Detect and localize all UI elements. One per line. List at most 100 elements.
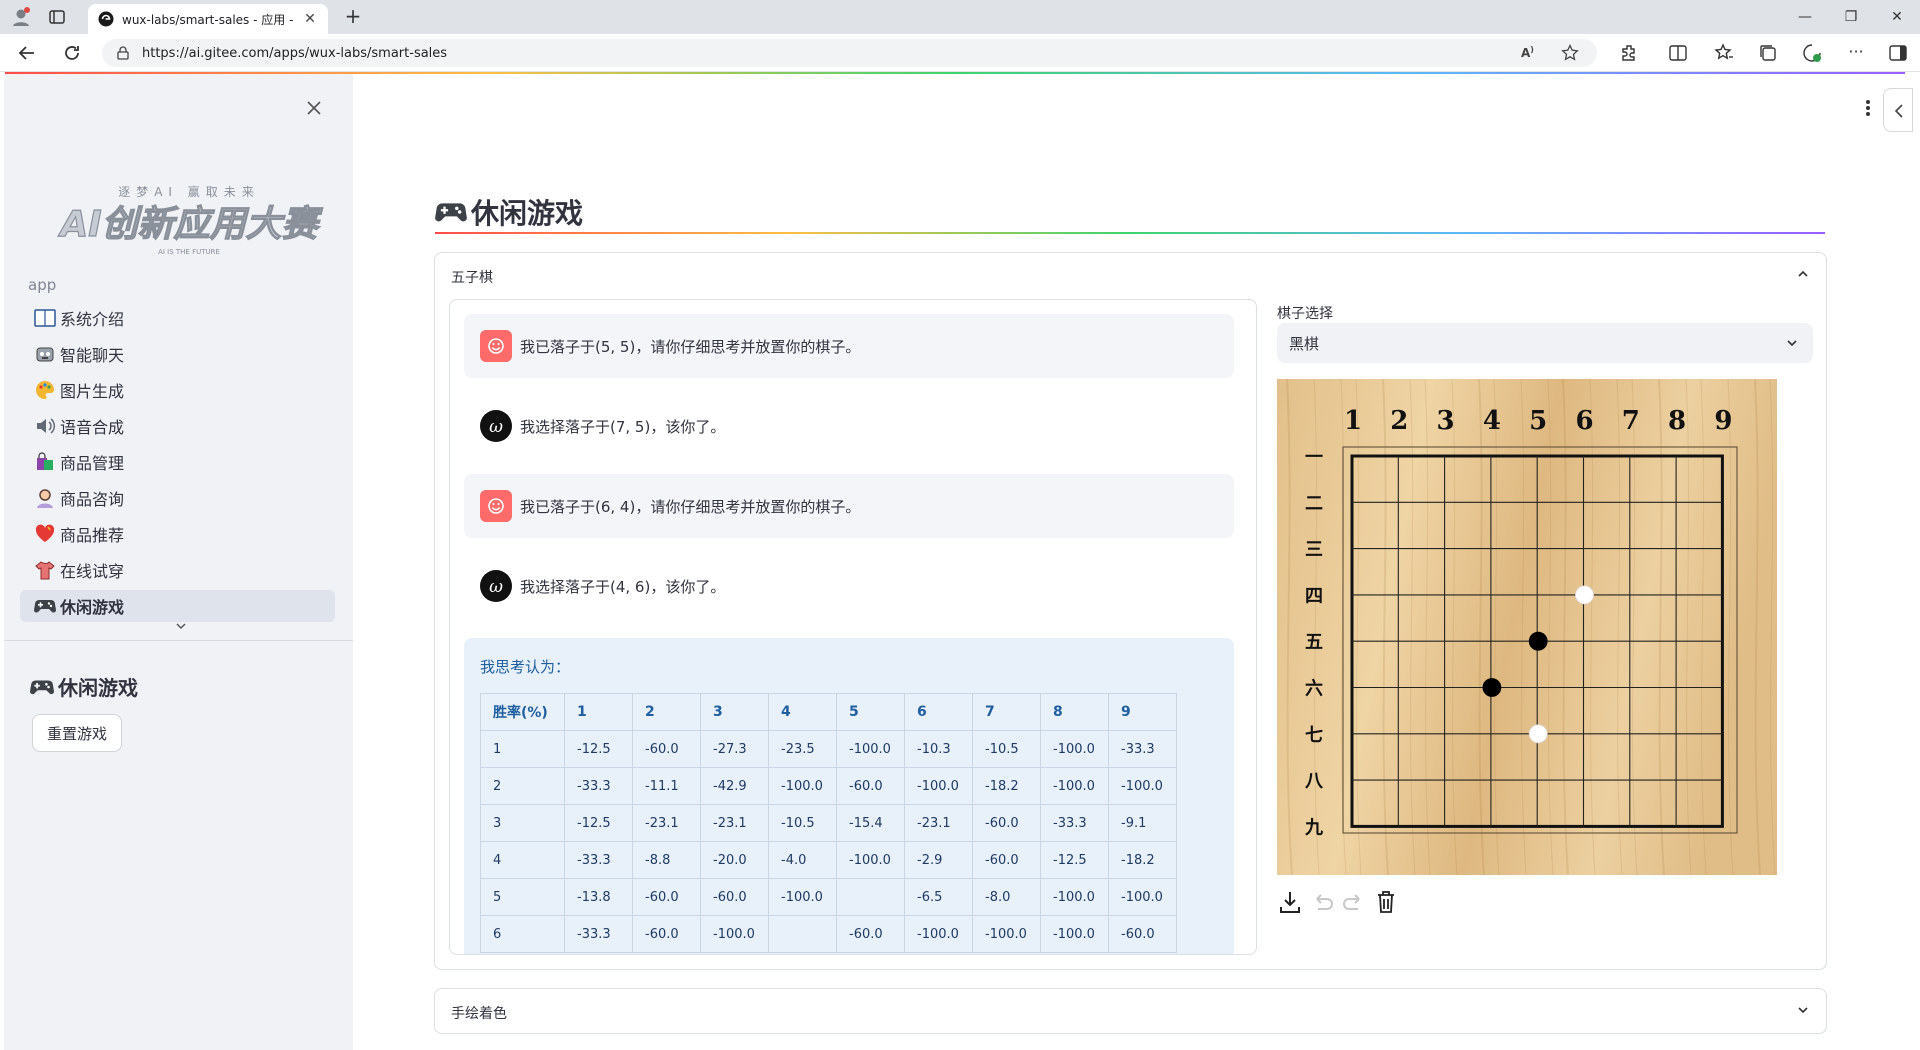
sidebar-item-product-recommend[interactable]: 商品推荐 — [20, 518, 335, 550]
favorite-star-icon[interactable] — [1561, 44, 1579, 62]
trash-icon[interactable] — [1373, 889, 1399, 915]
smiley-icon — [488, 338, 504, 354]
gamepad-icon — [30, 677, 54, 697]
table-cell: -23.5 — [768, 730, 837, 768]
table-cell: -11.1 — [632, 767, 701, 805]
page-title-text: 休闲游戏 — [471, 197, 584, 230]
gomoku-expander-label[interactable]: 五子棋 — [451, 267, 493, 287]
chat-message-text: 我已落子于(6, 4)，请你仔细思考并放置你的棋子。 — [520, 497, 861, 516]
logo-tag-text: AI IS THE FUTURE — [158, 248, 220, 256]
board-row-label: 四 — [1305, 586, 1323, 607]
hand-drawn-color-expander-label: 手绘着色 — [451, 1006, 507, 1022]
sidebar-toggle-icon[interactable] — [1888, 43, 1908, 63]
collapse-panel-tab[interactable] — [1883, 88, 1913, 132]
table-cell: -100.0 — [904, 915, 973, 953]
table-cell: -18.2 — [972, 767, 1041, 805]
collections-icon[interactable] — [1758, 43, 1778, 63]
assistant-logo-icon: ω — [489, 417, 503, 436]
table-column-header: 2 — [632, 693, 701, 731]
back-icon[interactable] — [16, 42, 38, 64]
table-cell: -60.0 — [836, 767, 905, 805]
table-cell: -18.2 — [1108, 841, 1177, 879]
close-sidebar-icon[interactable] — [304, 98, 324, 118]
gamepad-icon — [435, 199, 467, 225]
read-aloud-icon[interactable]: A) — [1521, 45, 1539, 61]
browser-essentials-icon[interactable] — [1802, 43, 1822, 63]
table-cell: -33.3 — [1040, 804, 1109, 842]
sidebar-divider — [4, 640, 353, 641]
piece-select-label: 棋子选择 — [1277, 306, 1333, 322]
table-cell: -100.0 — [1040, 878, 1109, 916]
redo-icon[interactable] — [1341, 889, 1367, 915]
user-avatar — [480, 330, 512, 362]
close-window-icon[interactable]: ✕ — [1874, 0, 1920, 34]
analysis-panel: 我思考认为： 胜率(%) 1 2 3 4 5 6 7 8 9 1 -12.5 -60.0 -27.3 -2… — [464, 638, 1234, 954]
table-cell: -8.0 — [972, 878, 1041, 916]
sidebar-item-label: 图片生成 — [60, 382, 125, 401]
hand-drawn-color-expander[interactable]: 手绘着色 — [434, 988, 1827, 1034]
page-title: 休闲游戏 — [435, 192, 583, 232]
sidebar-item-label: 系统介绍 — [60, 310, 125, 329]
tab-actions-icon[interactable] — [48, 8, 66, 26]
table-column-header: 9 — [1108, 693, 1177, 731]
restore-icon[interactable]: ❐ — [1828, 0, 1874, 34]
table-cell: -8.8 — [632, 841, 701, 879]
table-cell: -42.9 — [700, 767, 769, 805]
lock-icon[interactable] — [116, 46, 130, 60]
undo-icon[interactable] — [1309, 889, 1335, 915]
chevron-down-icon — [1787, 340, 1797, 347]
reload-icon[interactable] — [61, 42, 83, 64]
table-cell: -4.0 — [768, 841, 837, 879]
gomoku-expander: 五子棋 我已落子于(5, 5)，请你仔细思考并放置你的棋子。 ω 我选择落子于(… — [434, 252, 1827, 970]
split-screen-icon[interactable] — [1668, 43, 1688, 63]
sidebar-item-tts[interactable]: 语音合成 — [20, 410, 335, 442]
sidebar-subtitle: 休闲游戏 — [30, 672, 138, 701]
url-field[interactable]: https://ai.gitee.com/apps/wux-labs/smart… — [102, 39, 1597, 67]
scroll-down-chevron-icon[interactable] — [174, 620, 188, 632]
table-cell: -12.5 — [564, 804, 633, 842]
main-menu-icon[interactable] — [1865, 98, 1871, 118]
black-stone — [1482, 678, 1502, 697]
new-tab-icon[interactable]: + — [340, 5, 366, 29]
table-cell: -60.0 — [972, 804, 1041, 842]
sidebar: 逐梦AI 赢取未来 AI创新应用大赛 AI IS THE FUTURE app … — [4, 74, 353, 1050]
board-column-label: 3 — [1437, 406, 1455, 436]
extensions-icon[interactable] — [1620, 43, 1640, 63]
close-tab-icon[interactable]: ✕ — [302, 11, 318, 27]
robot-icon — [34, 343, 56, 365]
sidebar-item-system-intro[interactable]: 系统介绍 — [20, 302, 335, 334]
sidebar-item-image-gen[interactable]: 图片生成 — [20, 374, 335, 406]
reset-game-button[interactable]: 重置游戏 — [32, 714, 122, 752]
sidebar-item-smart-chat[interactable]: 智能聊天 — [20, 338, 335, 370]
board-column-label: 2 — [1390, 406, 1408, 436]
minimize-icon[interactable]: — — [1782, 0, 1828, 34]
sidebar-item-label: 智能聊天 — [60, 346, 125, 365]
sidebar-item-casual-games[interactable]: 休闲游戏 — [20, 590, 335, 622]
sidebar-item-label: 商品管理 — [60, 454, 125, 473]
profile-icon[interactable] — [10, 6, 32, 28]
chevron-down-icon — [1798, 1007, 1808, 1014]
palette-icon — [34, 379, 56, 401]
shopping-bags-icon — [34, 451, 56, 473]
table-cell: -12.5 — [564, 730, 633, 768]
sidebar-item-product-consult[interactable]: 商品咨询 — [20, 482, 335, 514]
chevron-up-icon[interactable] — [1796, 267, 1810, 281]
gomoku-board[interactable]: 1 2 3 4 5 6 7 8 9 一二三四五六七八九 — [1277, 379, 1777, 875]
piece-select[interactable]: 黑棋 — [1277, 323, 1813, 363]
more-options-icon[interactable]: ··· — [1846, 43, 1866, 63]
sidebar-section-label: app — [28, 276, 57, 294]
table-cell: -23.1 — [632, 804, 701, 842]
sidebar-item-try-on[interactable]: 在线试穿 — [20, 554, 335, 586]
board-column-label: 4 — [1483, 406, 1501, 436]
person-icon — [34, 487, 56, 509]
download-icon[interactable] — [1277, 889, 1303, 915]
browser-tab[interactable]: wux-labs/smart-sales - 应用 - Gitee ✕ — [88, 4, 328, 34]
logo-title-text: AI创新应用大赛 — [57, 204, 323, 245]
table-column-header: 6 — [904, 693, 973, 731]
board-row-label: 九 — [1304, 817, 1323, 838]
table-cell: -10.3 — [904, 730, 973, 768]
table-cell: 3 — [480, 804, 565, 842]
table-cell: -23.1 — [904, 804, 973, 842]
favorites-icon[interactable] — [1714, 43, 1734, 63]
sidebar-item-product-mgmt[interactable]: 商品管理 — [20, 446, 335, 478]
